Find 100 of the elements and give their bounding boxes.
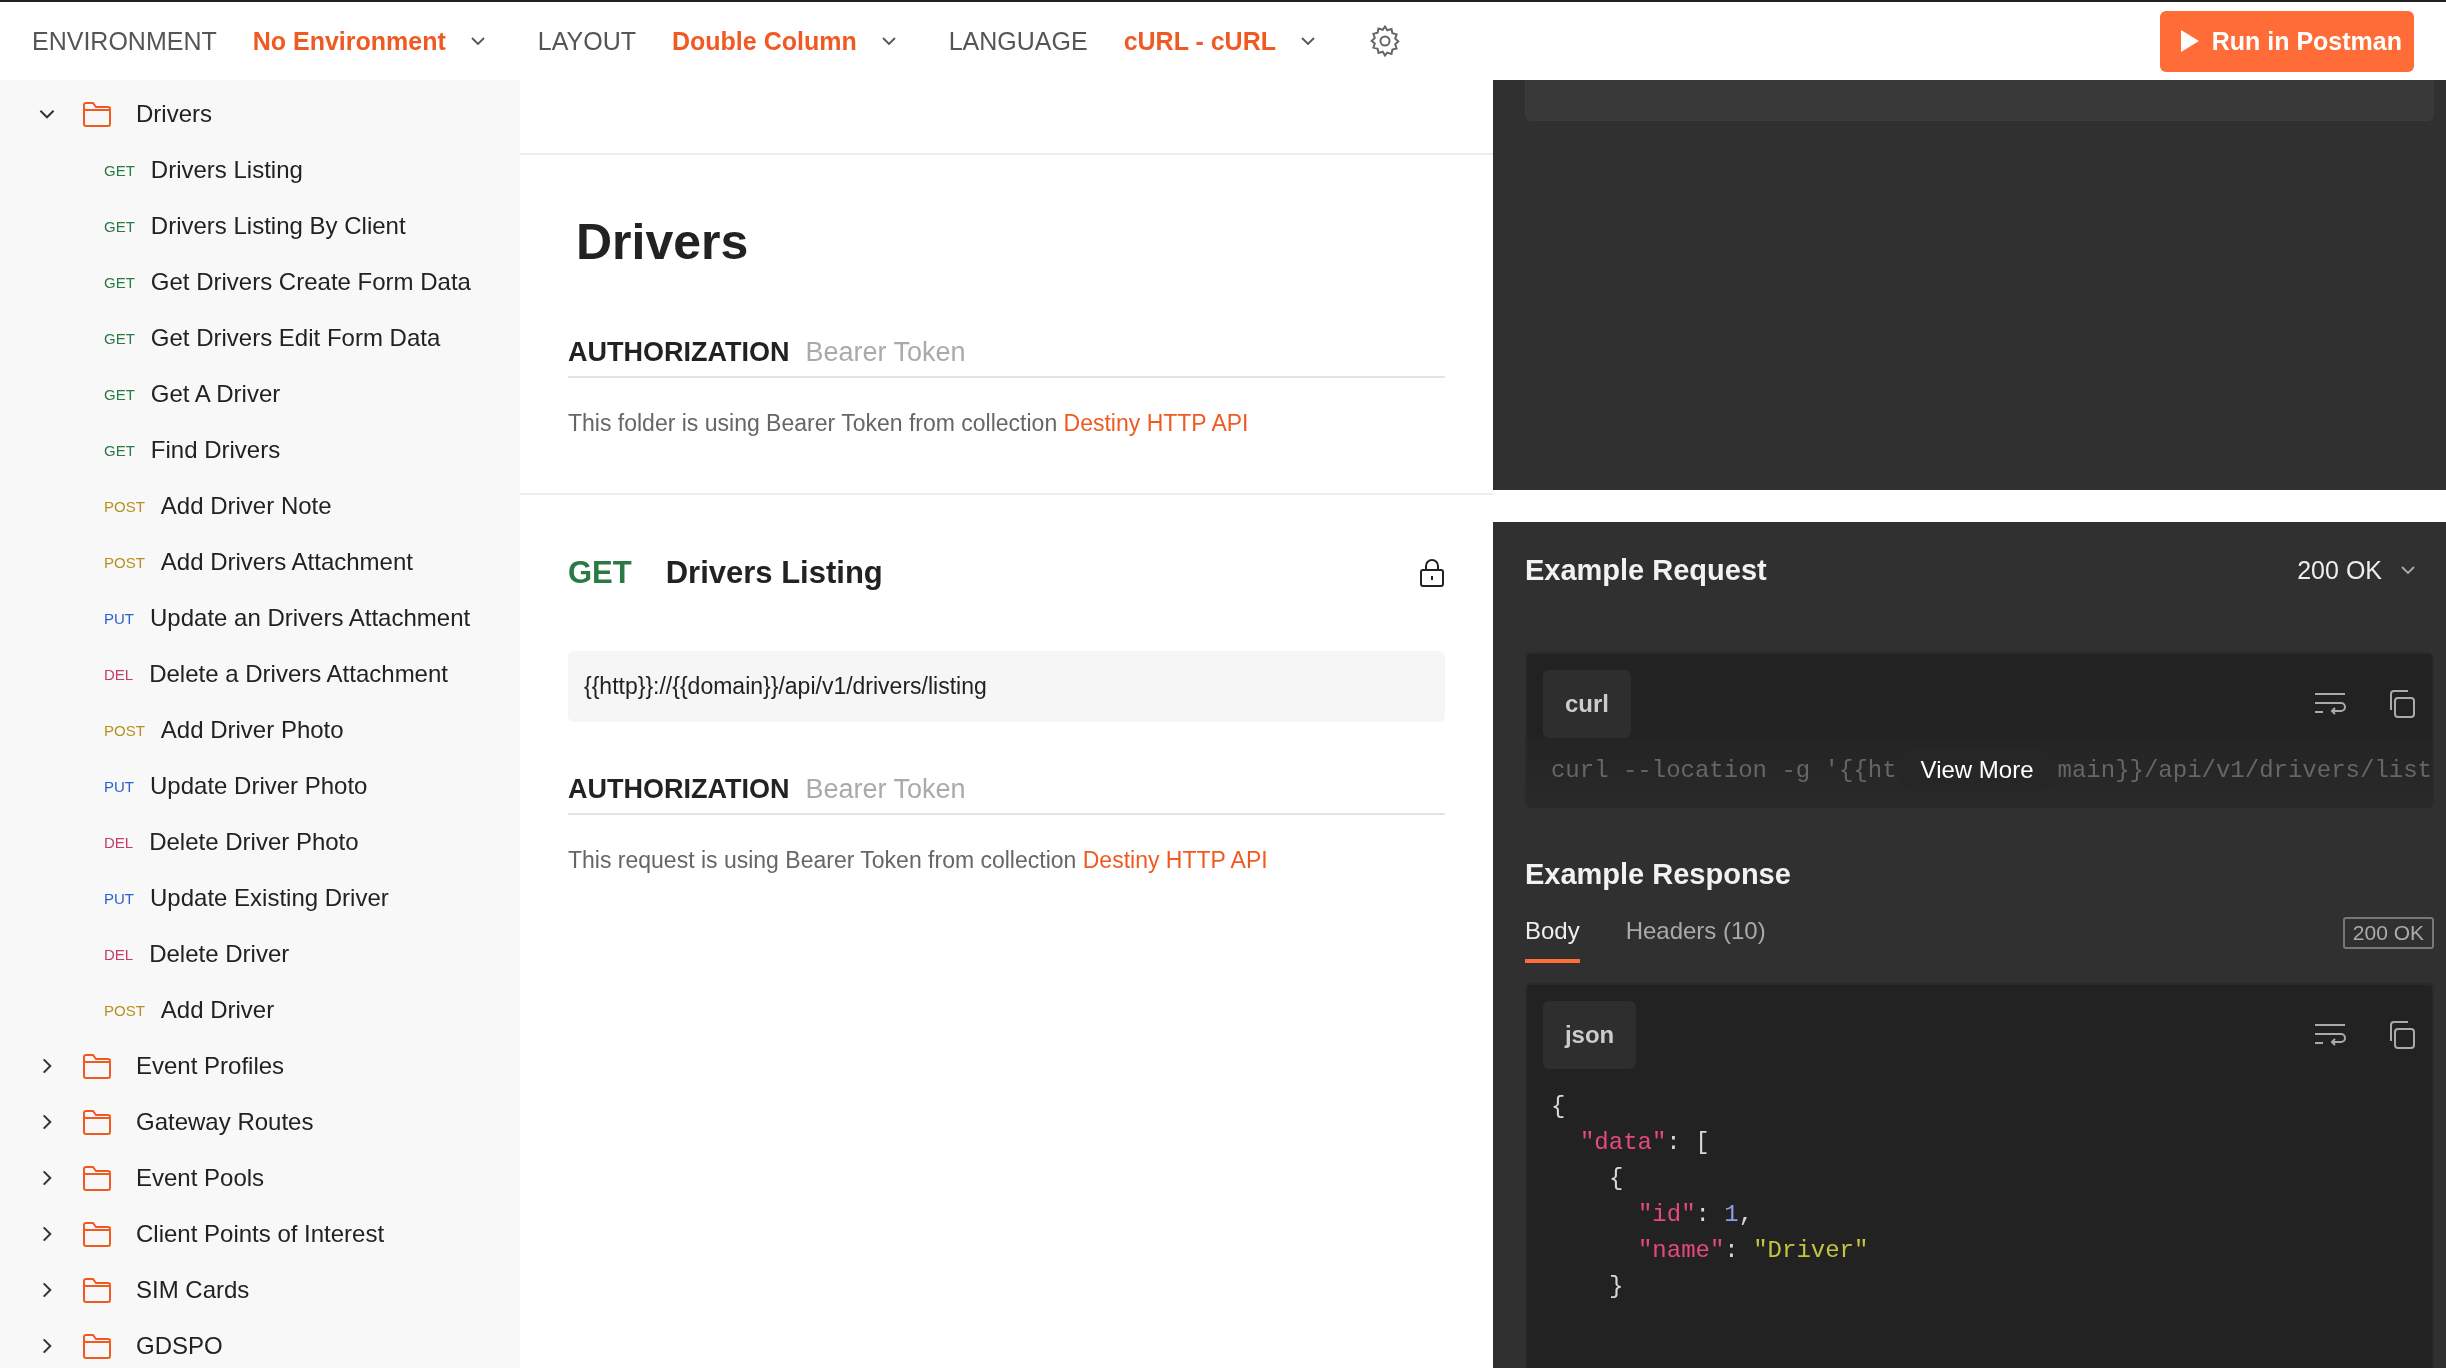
method-label: PUT [104, 609, 134, 627]
request-method: GET [568, 555, 632, 591]
sidebar-folder[interactable]: Event Profiles [0, 1038, 520, 1094]
folder-icon [82, 1108, 112, 1136]
folder-icon [82, 100, 112, 128]
folder-icon [82, 1052, 112, 1080]
folder-name: Event Pools [136, 1164, 265, 1192]
request-url: {{http}}://{{domain}}/api/v1/drivers/listing [568, 651, 1445, 722]
language-label: curl [1542, 670, 1631, 738]
code-line: "name": "Driver" [1636, 1236, 1870, 1266]
auth-type: Bearer Token [805, 774, 966, 805]
response-tab[interactable]: Headers (10) [1625, 917, 1766, 963]
code-text: main}}/api/v1/drivers/list [2057, 756, 2432, 784]
request-name: Find Drivers [150, 436, 281, 464]
request-name: Add Driver Note [160, 492, 332, 520]
sidebar-request[interactable]: PUT Update Existing Driver [0, 870, 520, 926]
request-name: Add Driver [160, 996, 275, 1024]
code-line: { [1607, 1164, 1625, 1194]
method-label: GET [104, 441, 135, 459]
sidebar-folder[interactable]: GDSPO [0, 1318, 520, 1368]
folder-name: Event Profiles [136, 1052, 285, 1080]
response-tab[interactable]: Body [1524, 917, 1580, 963]
request-name: Delete a Drivers Attachment [149, 660, 448, 688]
sidebar-request[interactable]: POST Add Driver Note [0, 478, 520, 534]
folder-name: Gateway Routes [136, 1108, 314, 1136]
method-label: GET [104, 217, 135, 235]
method-label: PUT [104, 777, 134, 795]
play-icon [2179, 29, 2200, 53]
sidebar-request[interactable]: GET Get Drivers Edit Form Data [0, 310, 520, 366]
sidebar-request[interactable]: DEL Delete a Drivers Attachment [0, 646, 520, 702]
sidebar-request[interactable]: GET Get Drivers Create Form Data [0, 254, 520, 310]
settings-icon[interactable] [1368, 24, 1402, 58]
code-line: } [1607, 1272, 1625, 1302]
sidebar-request[interactable]: GET Drivers Listing [0, 142, 520, 198]
method-label: GET [104, 385, 135, 403]
request-name: Add Driver Photo [160, 716, 344, 744]
method-label: POST [104, 497, 145, 515]
method-label: GET [104, 161, 135, 179]
request-name: Drivers Listing [150, 156, 303, 184]
request-name: Delete Driver Photo [149, 828, 359, 856]
method-label: PUT [104, 889, 134, 907]
wrap-lines-icon[interactable] [2314, 691, 2346, 717]
sidebar-folder[interactable]: Event Pools [0, 1150, 520, 1206]
auth-type: Bearer Token [805, 337, 966, 368]
method-label: DEL [104, 945, 134, 963]
request-name: Drivers Listing By Client [150, 212, 406, 240]
folder-name: GDSPO [136, 1332, 223, 1360]
code-line: { [1549, 1092, 1567, 1122]
code-line: "id": 1, [1636, 1200, 1755, 1230]
sidebar-folder[interactable]: Gateway Routes [0, 1094, 520, 1150]
folder-name: Drivers [136, 100, 212, 128]
lock-icon [1418, 558, 1445, 588]
status-code: 200 OK [2342, 917, 2434, 949]
request-name: Update an Drivers Attachment [150, 604, 471, 632]
method-label: GET [104, 273, 135, 291]
method-label: DEL [104, 665, 134, 683]
auth-note: This folder is using Bearer Token from collection Destiny HTTP API [568, 410, 1250, 437]
folder-name: Client Points of Interest [136, 1220, 385, 1248]
status-dropdown[interactable]: 200 OK [2291, 554, 2434, 586]
sidebar-request[interactable]: GET Find Drivers [0, 422, 520, 478]
setting-label: LAYOUT [537, 26, 636, 56]
request-name: Add Drivers Attachment [160, 548, 413, 576]
sidebar-request[interactable]: POST Add Driver [0, 982, 520, 1038]
request-name: Get Drivers Create Form Data [150, 268, 471, 296]
sidebar-request[interactable]: GET Get A Driver [0, 366, 520, 422]
folder-icon [82, 1332, 112, 1360]
sidebar-request[interactable]: GET Drivers Listing By Client [0, 198, 520, 254]
sidebar-request[interactable]: PUT Update Driver Photo [0, 758, 520, 814]
method-label: POST [104, 553, 145, 571]
setting-label: ENVIRONMENT [32, 26, 217, 56]
method-label: DEL [104, 833, 134, 851]
request-title: Drivers Listing [665, 555, 883, 591]
request-name: Update Existing Driver [150, 884, 389, 912]
sidebar-request[interactable]: PUT Update an Drivers Attachment [0, 590, 520, 646]
folder-name: SIM Cards [136, 1276, 250, 1304]
method-label: POST [104, 1001, 145, 1019]
folder-icon [82, 1220, 112, 1248]
auth-label: AUTHORIZATION [568, 337, 790, 368]
auth-label: AUTHORIZATION [568, 774, 790, 805]
method-label: GET [104, 329, 135, 347]
code-line: "data": [ [1578, 1128, 1711, 1158]
sidebar-folder[interactable]: SIM Cards [0, 1262, 520, 1318]
section-title: Example Response [1524, 858, 1791, 891]
code-text: curl --location -g '{{ht [1550, 756, 1897, 784]
folder-icon [82, 1164, 112, 1192]
sidebar-folder[interactable]: Drivers [0, 86, 520, 142]
method-label: POST [104, 721, 145, 739]
folder-icon [82, 1276, 112, 1304]
wrap-lines-icon[interactable] [2314, 1022, 2346, 1048]
sidebar-request[interactable]: POST Add Driver Photo [0, 702, 520, 758]
auth-note: This request is using Bearer Token from collection Destiny HTTP API [568, 847, 1269, 874]
request-name: Get A Driver [150, 380, 281, 408]
request-name: Get Drivers Edit Form Data [150, 324, 441, 352]
setting-label: LANGUAGE [948, 26, 1088, 56]
folder-title: Drivers [576, 213, 750, 271]
sidebar-request[interactable]: DEL Delete Driver [0, 926, 520, 982]
sidebar-folder[interactable]: Client Points of Interest [0, 1206, 520, 1262]
sidebar-request[interactable]: DEL Delete Driver Photo [0, 814, 520, 870]
sidebar-request[interactable]: POST Add Drivers Attachment [0, 534, 520, 590]
language-label: json [1542, 1001, 1637, 1069]
